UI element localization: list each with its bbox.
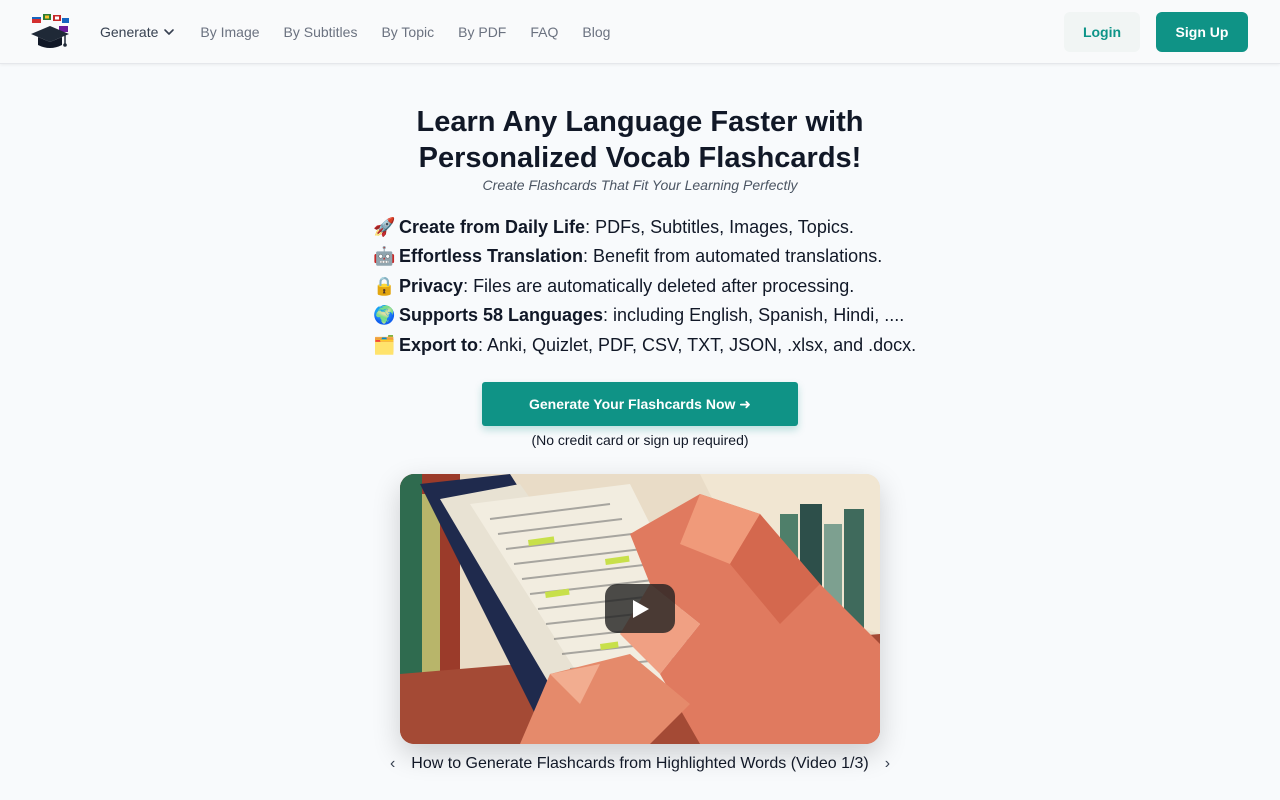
feature-list: 🚀 Create from Daily Life: PDFs, Subtitles… — [373, 214, 933, 361]
video-caption: How to Generate Flashcards from Highligh… — [411, 755, 869, 772]
nav-by-topic[interactable]: By Topic — [381, 24, 434, 40]
main-nav: Generate By Image By Subtitles By Topic … — [100, 0, 610, 64]
hero-title: Learn Any Language Faster with Personali… — [340, 104, 940, 176]
feature-title: Privacy — [399, 275, 464, 296]
feature-item: 🤖 Effortless Translation: Benefit from au… — [373, 243, 933, 272]
play-button[interactable] — [605, 584, 675, 633]
nav-faq[interactable]: FAQ — [530, 24, 558, 40]
feature-title: Export to — [399, 334, 478, 355]
chevron-down-icon — [164, 29, 175, 35]
play-icon — [633, 599, 649, 618]
robot-icon: 🤖 — [373, 246, 396, 267]
rocket-icon: 🚀 — [373, 217, 396, 237]
feature-text: : Files are automatically deleted after … — [463, 275, 855, 296]
next-video-button[interactable]: › — [883, 755, 892, 773]
signup-button[interactable]: Sign Up — [1156, 12, 1248, 52]
feature-text: : PDFs, Subtitles, Images, Topics. — [585, 217, 854, 237]
feature-title: Create from Daily Life — [399, 217, 586, 237]
lock-icon: 🔒 — [373, 275, 396, 296]
generate-flashcards-button[interactable]: Generate Your Flashcards Now ➜ — [482, 382, 798, 426]
card-index-icon: 🗂️ — [373, 334, 396, 355]
feature-title: Supports 58 Languages — [399, 305, 604, 326]
nav-blog[interactable]: Blog — [582, 24, 610, 40]
nav-generate-dropdown[interactable]: Generate — [100, 24, 176, 40]
video-carousel-nav: ‹ How to Generate Flashcards from Highli… — [380, 752, 900, 776]
nav-by-image[interactable]: By Image — [200, 24, 259, 40]
feature-item: 🔒 Privacy: Files are automatically delete… — [373, 273, 933, 302]
hero-subtitle: Create Flashcards That Fit Your Learning… — [482, 177, 798, 193]
nav-by-pdf[interactable]: By PDF — [458, 24, 506, 40]
nav-by-subtitles[interactable]: By Subtitles — [284, 24, 358, 40]
previous-video-button[interactable]: ‹ — [388, 755, 397, 773]
site-logo[interactable] — [29, 12, 71, 52]
feature-item: 🚀 Create from Daily Life: PDFs, Subtitles… — [373, 214, 933, 243]
feature-item: 🗂️ Export to: Anki, Quizlet, PDF, CSV, TX… — [373, 332, 933, 361]
video-player[interactable] — [400, 474, 880, 744]
globe-icon: 🌍 — [373, 305, 396, 326]
hero-title-line2: Personalized Vocab Flashcards! — [418, 142, 862, 174]
graduation-cap-logo-icon — [31, 14, 69, 48]
feature-text: : Benefit from automated translations. — [583, 246, 883, 267]
feature-item: 🌍 Supports 58 Languages: including Englis… — [373, 302, 933, 331]
feature-text: : Anki, Quizlet, PDF, CSV, TXT, JSON, .x… — [478, 334, 917, 355]
feature-text: : including English, Spanish, Hindi, ...… — [603, 305, 905, 326]
cta-note: (No credit card or sign up required) — [531, 432, 749, 448]
nav-generate-label: Generate — [100, 24, 159, 40]
site-header: Generate By Image By Subtitles By Topic … — [0, 0, 1280, 64]
hero-title-line1: Learn Any Language Faster with — [416, 106, 864, 138]
login-button[interactable]: Login — [1064, 12, 1140, 52]
feature-title: Effortless Translation — [399, 246, 584, 267]
